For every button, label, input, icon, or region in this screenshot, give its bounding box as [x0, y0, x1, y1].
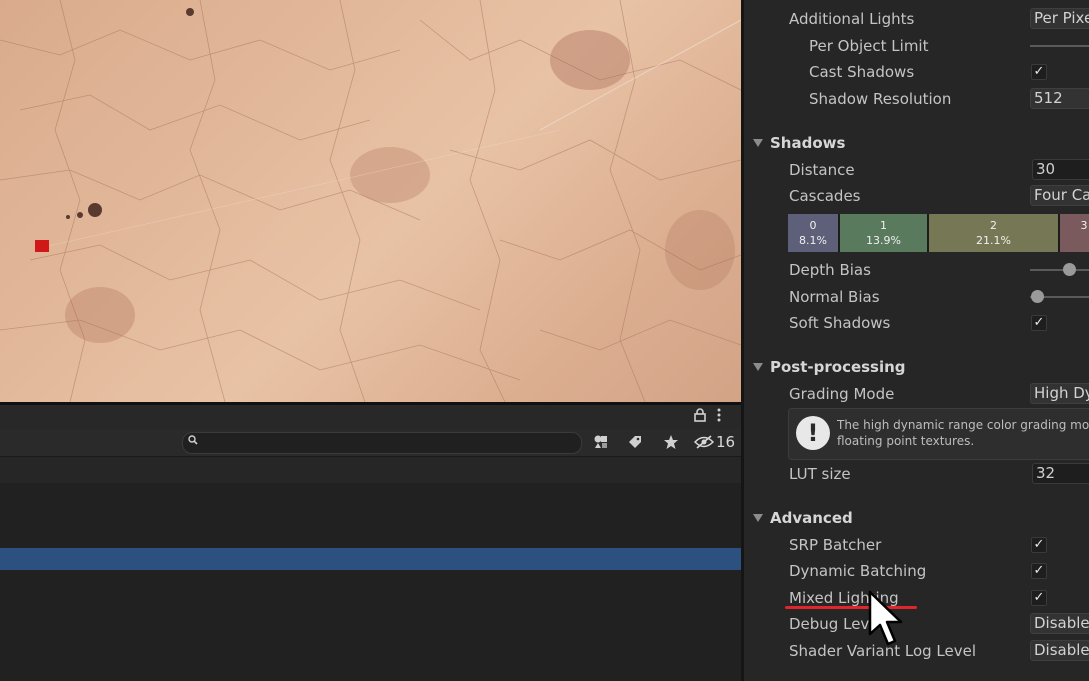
mouse-cursor-icon [868, 590, 903, 646]
shadow-resolution-dropdown[interactable]: 512 [1030, 88, 1089, 109]
filter-by-label-icon[interactable] [622, 431, 648, 453]
distance-row: Distance 30 [744, 157, 1089, 183]
inspector-panel: Additional Lights Per Pixel Per Object L… [744, 0, 1089, 681]
foldout-arrow-icon[interactable] [753, 514, 763, 522]
cast-shadows-label: Cast Shadows [809, 63, 915, 81]
search-icon [188, 435, 198, 448]
help-text: The high dynamic range color grading mod… [837, 418, 1089, 448]
cascade-segment-3[interactable]: 3 [1060, 214, 1089, 252]
shadow-resolution-label: Shadow Resolution [809, 90, 952, 108]
depth-bias-slider-knob[interactable] [1062, 263, 1076, 276]
cast-shadows-row: Cast Shadows ✓ [744, 59, 1089, 85]
depth-bias-slider[interactable] [1030, 269, 1089, 271]
hidden-count-label: 16 [716, 433, 736, 451]
post-processing-section-header[interactable]: Post-processing [744, 354, 1089, 380]
dynamic-batching-checkbox[interactable]: ✓ [1031, 563, 1047, 579]
foldout-arrow-icon[interactable] [753, 139, 763, 147]
kebab-menu-icon[interactable] [717, 408, 721, 426]
soft-shadows-row: Soft Shadows ✓ [744, 310, 1089, 336]
cascade-segment-1[interactable]: 1 13.9% [840, 214, 929, 252]
distance-field[interactable]: 30 [1032, 159, 1089, 180]
normal-bias-slider-knob[interactable] [1031, 290, 1044, 303]
cascade-percent: 13.9% [866, 234, 901, 247]
soft-shadows-label: Soft Shadows [789, 314, 891, 332]
debug-level-row: Debug Level Disabled [744, 611, 1089, 637]
cascades-row: Cascades Four Cascades [744, 183, 1089, 209]
lut-size-row: LUT size 32 [744, 461, 1089, 487]
cascade-index: 2 [990, 219, 997, 232]
shadows-title: Shadows [770, 134, 846, 152]
per-object-limit-slider[interactable] [1030, 45, 1089, 47]
post-processing-title: Post-processing [770, 358, 906, 376]
shader-variant-log-level-row: Shader Variant Log Level Disabled [744, 638, 1089, 664]
list-subheader [0, 457, 741, 483]
srp-batcher-label: SRP Batcher [789, 536, 882, 554]
grading-mode-label: Grading Mode [789, 385, 895, 403]
hidden-eye-icon [694, 435, 714, 449]
search-input[interactable] [205, 434, 569, 452]
soft-shadows-checkbox[interactable]: ✓ [1031, 315, 1047, 331]
help-box: ! The high dynamic range color grading m… [788, 408, 1089, 460]
srp-batcher-row: SRP Batcher ✓ [744, 532, 1089, 558]
shadows-section-header[interactable]: Shadows [744, 130, 1089, 156]
distance-label: Distance [789, 161, 855, 179]
foldout-arrow-icon[interactable] [753, 363, 763, 371]
cascade-percent: 21.1% [976, 234, 1011, 247]
cascades-label: Cascades [789, 187, 861, 205]
cascade-percent: 8.1% [799, 234, 827, 247]
per-object-limit-label: Per Object Limit [809, 37, 929, 55]
cascade-segment-2[interactable]: 2 21.1% [929, 214, 1060, 252]
project-list[interactable] [0, 457, 741, 681]
dynamic-batching-label: Dynamic Batching [789, 562, 927, 580]
selected-list-row[interactable] [0, 548, 741, 570]
depth-bias-label: Depth Bias [789, 261, 871, 279]
additional-lights-dropdown[interactable]: Per Pixel [1030, 8, 1089, 29]
warning-info-icon: ! [796, 416, 830, 450]
cascades-dropdown[interactable]: Four Cascades [1030, 185, 1089, 206]
shader-variant-log-level-dropdown[interactable]: Disabled [1030, 640, 1089, 661]
hidden-packages-toggle[interactable]: 16 [694, 432, 735, 452]
mixed-lighting-checkbox[interactable]: ✓ [1031, 590, 1047, 606]
cascade-index: 0 [809, 219, 817, 232]
project-toolbar: 16 [0, 429, 741, 457]
search-box[interactable] [182, 432, 582, 454]
lock-icon[interactable] [694, 408, 706, 426]
cast-shadows-checkbox[interactable]: ✓ [1031, 64, 1047, 80]
cascade-segment-0[interactable]: 0 8.1% [788, 214, 840, 252]
terrain-texture [0, 0, 741, 402]
shadow-resolution-row: Shadow Resolution 512 [744, 86, 1089, 112]
normal-bias-row: Normal Bias [744, 284, 1089, 310]
project-panel-header [0, 405, 741, 429]
srp-batcher-checkbox[interactable]: ✓ [1031, 537, 1047, 553]
additional-lights-row: Additional Lights Per Pixel [744, 6, 1089, 32]
depth-bias-row: Depth Bias [744, 257, 1089, 283]
grading-mode-dropdown[interactable]: High Dynamic Range [1030, 383, 1089, 404]
grading-mode-row: Grading Mode High Dynamic Range [744, 381, 1089, 407]
dynamic-batching-row: Dynamic Batching ✓ [744, 558, 1089, 584]
normal-bias-label: Normal Bias [789, 288, 880, 306]
cascade-index: 3 [1080, 219, 1088, 232]
debug-level-dropdown[interactable]: Disabled [1030, 613, 1089, 634]
per-object-limit-row: Per Object Limit [744, 33, 1089, 59]
scene-view[interactable] [0, 0, 741, 402]
filter-by-type-icon[interactable] [588, 431, 614, 453]
advanced-title: Advanced [770, 509, 853, 527]
additional-lights-label: Additional Lights [789, 10, 915, 28]
lut-size-label: LUT size [789, 465, 851, 483]
gizmo-icon [35, 240, 49, 252]
favorite-star-icon[interactable] [658, 431, 684, 453]
cascade-index: 1 [880, 219, 887, 232]
cascade-split-bar[interactable]: 0 8.1% 1 13.9% 2 21.1% 3 [788, 214, 1089, 252]
advanced-section-header[interactable]: Advanced [744, 505, 1089, 531]
lut-size-field[interactable]: 32 [1032, 463, 1089, 484]
